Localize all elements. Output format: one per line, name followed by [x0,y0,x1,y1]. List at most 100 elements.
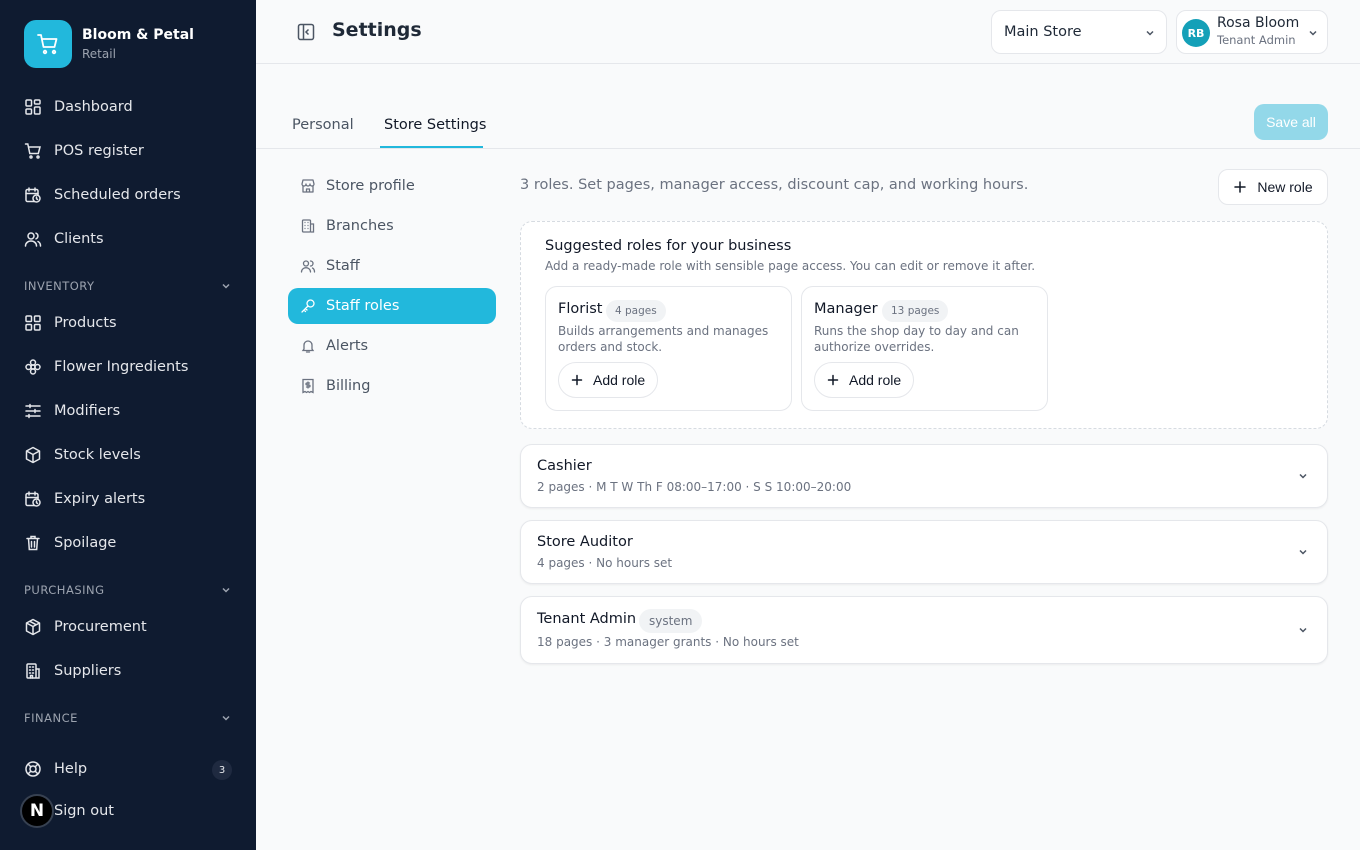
sidebar-item-procurement[interactable]: Procurement [24,615,147,639]
subnav-item-branches[interactable]: Branches [288,208,496,244]
subnav-item-staff-roles[interactable]: Staff roles [288,288,496,324]
user-name: Rosa Bloom [1217,15,1300,31]
sidebar-item-label: Expiry alerts [54,491,146,507]
sidebar-item-clients[interactable]: Clients [24,227,104,251]
sidebar-item-label: Stock levels [54,447,141,463]
subnav-item-staff[interactable]: Staff [288,248,496,284]
suggested-role-card: Florist 4 pages Builds arrangements and … [545,286,792,411]
system-role-badge: system [639,609,703,633]
subnav-label: Staff roles [326,298,400,314]
role-name: Cashier [537,458,592,474]
sidebar-item-stock-levels[interactable]: Stock levels [24,443,141,467]
sidebar-item-expiry-alerts[interactable]: Expiry alerts [24,487,145,511]
receipt-icon [302,378,314,394]
sidebar-item-products[interactable]: Products [24,311,117,335]
role-row-cashier[interactable]: Cashier 2 pages · M T W Th F 08:00–17:00… [520,444,1328,508]
plus-icon [827,374,839,386]
roles-summary: 3 roles. Set pages, manager access, disc… [520,177,1029,193]
subnav-label: Staff [326,258,360,274]
building-icon [26,663,40,679]
chevron-down-icon [222,283,230,289]
next-dev-badge[interactable]: N [20,794,54,828]
chevron-down-icon [1146,30,1154,36]
key-icon [301,299,315,313]
subnav-label: Store profile [326,178,415,194]
sidebar-item-pos-register[interactable]: POS register [24,139,144,163]
chevron-down-icon [222,587,230,593]
save-all-button[interactable]: Save all [1254,104,1328,140]
role-name: Store Auditor [537,534,633,550]
sidebar-item-label: Procurement [54,619,147,635]
sidebar-item-dashboard[interactable]: Dashboard [24,95,133,119]
box-icon [25,446,41,464]
user-menu[interactable]: RB Rosa Bloom Tenant Admin [1176,10,1328,54]
add-role-button[interactable]: Add role [814,362,915,398]
subnav-label: Branches [326,218,394,234]
add-role-label: Add role [593,372,646,388]
role-row-tenant-admin[interactable]: Tenant Admin system 18 pages · 3 manager… [520,596,1328,664]
sidebar-item-label: Flower Ingredients [54,359,189,375]
sidebar: Bloom & Petal Retail Dashboard POS regis… [0,0,256,850]
brand-name: Bloom & Petal [82,27,194,43]
sidebar-item-label: Suppliers [54,663,122,679]
subnav-item-alerts[interactable]: Alerts [288,328,496,364]
tabs-divider [256,148,1360,149]
add-role-button[interactable]: Add role [558,362,659,398]
store-selector[interactable]: Main Store [991,10,1167,54]
sidebar-item-label: Modifiers [54,403,121,419]
suggested-role-description: Builds arrangements and manages orders a… [558,324,769,354]
users-icon [300,260,316,273]
sidebar-item-label: Scheduled orders [54,187,181,203]
plus-icon [571,374,583,386]
section-inventory[interactable]: INVENTORY [24,279,232,293]
new-role-button[interactable]: New role [1218,169,1328,205]
role-meta: 18 pages · 3 manager grants · No hours s… [537,635,799,649]
sidebar-item-help[interactable]: Help [24,757,87,781]
brand-subtitle: Retail [82,47,116,61]
store-selector-value: Main Store [1004,24,1082,40]
sidebar-item-suppliers[interactable]: Suppliers [24,659,121,683]
section-heading: PURCHASING [24,583,105,597]
pages-count-pill: 13 pages [882,300,949,322]
role-meta: 4 pages · No hours set [537,556,673,570]
brand[interactable]: Bloom & Petal Retail [24,20,194,68]
pages-count-pill: 4 pages [606,300,666,322]
role-row-store-auditor[interactable]: Store Auditor 4 pages · No hours set [520,520,1328,584]
plus-icon [1234,181,1247,193]
section-finance[interactable]: FINANCE [24,711,232,725]
users-icon [24,232,42,247]
help-count-badge: 3 [212,760,232,780]
tab-store-settings[interactable]: Store Settings [384,117,486,133]
section-heading: FINANCE [24,711,78,725]
suggested-roles-title: Suggested roles for your business [545,238,792,254]
suggested-roles-subtitle: Add a ready-made role with sensible page… [545,259,1036,273]
subnav-item-billing[interactable]: Billing [288,368,496,404]
top-bar: Settings Main Store RB Rosa Bloom Tenant… [256,0,1360,64]
sidebar-item-flower-ingredients[interactable]: Flower Ingredients [24,355,188,379]
subnav-item-store-profile[interactable]: Store profile [288,168,496,204]
sidebar-item-label: POS register [54,143,144,159]
chevron-down-icon [222,715,230,721]
page-title: Settings [332,19,422,41]
sidebar-item-modifiers[interactable]: Modifiers [24,399,120,423]
add-role-label: Add role [849,372,902,388]
suggested-role-description: Runs the shop day to day and can authori… [814,324,1019,354]
suggested-role-name: Florist [558,301,603,317]
calendar-clock-icon [25,491,41,507]
package-icon [25,618,41,636]
tab-personal[interactable]: Personal [292,117,354,133]
section-heading: INVENTORY [24,279,95,293]
chevron-down-icon [1299,627,1307,633]
sidebar-item-scheduled-orders[interactable]: Scheduled orders [24,183,181,207]
lifebuoy-icon [25,761,41,777]
sidebar-item-label: Help [54,761,88,777]
sidebar-item-spoilage[interactable]: Spoilage [24,531,116,555]
sidebar-toggle-icon[interactable] [296,22,316,42]
sidebar-item-label: Dashboard [54,99,133,115]
bell-icon [301,340,315,353]
suggested-roles-panel: Suggested roles for your business Add a … [520,221,1328,429]
chevron-down-icon [1299,473,1307,479]
subnav-label: Billing [326,378,371,394]
chevron-down-icon [1299,549,1307,555]
section-purchasing[interactable]: PURCHASING [24,583,232,597]
